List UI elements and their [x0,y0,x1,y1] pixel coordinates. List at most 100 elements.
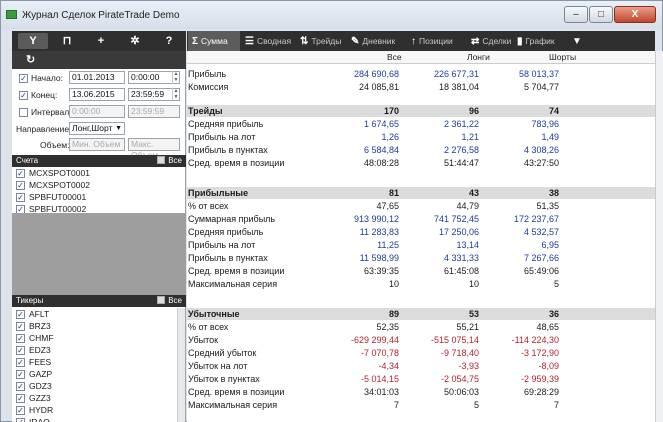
interval-checkbox[interactable] [19,108,28,117]
volume-max-input[interactable]: Макс. Объем [128,138,180,160]
tab-chart[interactable]: ▮ График [513,31,567,51]
table-row[interactable]: Прибыль в пунктах 6 584,84 2 276,58 4 308,2… [187,144,655,156]
table-row[interactable]: Сред. время в позиции 34:01:03 50:06:03 69:… [187,386,655,398]
table-row[interactable]: Сред. время в позиции 48:08:28 51:44:47 43:… [187,157,655,169]
tab-sigma[interactable]: Σ Сумма [188,31,240,51]
table-row[interactable]: Убыток -629 299,44 -515 075,14 -114 224,30 [187,334,655,346]
row-label: Сред. время в позиции [188,387,285,397]
row-value: 36 [548,309,559,319]
minimize-button[interactable]: – [564,6,588,23]
tab-deals[interactable]: ⇄ Сделки [467,31,512,51]
item-checkbox[interactable]: ✓ [16,418,25,422]
plus-icon[interactable]: + [86,33,116,49]
tab-trades[interactable]: ⇅ Трейды [296,31,346,51]
item-checkbox[interactable]: ✓ [16,334,25,343]
row-label: Убыток в пунктах [188,374,260,384]
direction-select[interactable]: Лонг,Шорт ▼ [69,122,125,135]
table-row[interactable]: Суммарная прибыль 913 990,12 741 752,45 172… [187,213,655,225]
column-header-cell[interactable]: Лонги [467,52,490,62]
table-row[interactable]: Максимальная серия 7 5 7 [187,399,655,411]
item-checkbox[interactable]: ✓ [16,322,25,331]
filter-icon[interactable]: Y [18,33,48,49]
tab-label: Сделки [482,36,512,46]
end-date-field[interactable]: 13.06.2015 [69,88,125,101]
item-checkbox[interactable]: ✓ [16,406,25,415]
row-value: 4 331,33 [443,253,479,263]
row-label: Прибыль на лот [188,240,256,250]
section-header-row[interactable]: Убыточные 89 53 36 [187,308,655,320]
table-row[interactable]: Средняя прибыль 1 674,65 2 361,22 783,96 [187,118,655,130]
lock-icon[interactable]: ⊓ [52,33,82,49]
table-row[interactable]: % от всех 52,35 55,21 48,65 [187,321,655,333]
table-row[interactable]: Прибыль 284 690,68 226 677,31 58 013,37 [187,68,655,80]
row-value: 69:28:29 [523,387,559,397]
section-header-row[interactable]: Трейды 170 96 74 [187,105,655,117]
row-value: 2 361,22 [443,119,479,129]
tickers-scrollbar[interactable] [177,308,185,422]
table-row[interactable]: Максимальная серия 10 10 5 [187,278,655,290]
section-header-row[interactable]: Прибыльные 81 43 38 [187,187,655,199]
table-row[interactable]: Средняя прибыль 11 283,83 17 250,06 4 532,5… [187,226,655,238]
volume-min-input[interactable]: Мин. Объем [69,138,125,151]
item-label: IRAO [29,417,50,422]
start-checkbox[interactable]: ✓ [19,74,28,83]
row-value: 4 532,57 [523,227,559,237]
item-checkbox[interactable]: ✓ [16,310,25,319]
item-checkbox[interactable]: ✓ [16,394,25,403]
start-date-field[interactable]: 01.01.2013 [69,71,125,84]
start-time-spinner[interactable]: ▲ ▼ [172,71,179,84]
grid-scrollbar[interactable] [655,51,663,422]
table-row[interactable]: Прибыль на лот 1,26 1,21 1,49 [187,131,655,143]
table-row[interactable]: Прибыль в пунктах 11 598,99 4 331,33 7 267,… [187,252,655,264]
item-checkbox[interactable]: ✓ [16,193,25,202]
tab-diary[interactable]: ✎ Дневник [347,31,406,51]
item-checkbox[interactable]: ✓ [16,169,25,178]
column-header-cell[interactable]: Шорты [549,52,576,62]
tab-positions[interactable]: ↑ Позиции [407,31,466,51]
row-value: 284 690,68 [353,69,399,79]
tab-label: Сумма [201,36,228,46]
list-icon: ☰ [245,36,254,47]
help-icon[interactable]: ? [154,33,184,49]
column-header-cell[interactable]: Все [387,52,402,62]
maximize-button[interactable]: □ [589,6,613,23]
item-checkbox[interactable]: ✓ [16,346,25,355]
end-time-spinner[interactable]: ▲ ▼ [172,88,179,101]
row-value: 74 [548,106,559,116]
accounts-select-all[interactable]: Все [157,155,182,167]
row-value: 47,65 [376,201,399,211]
table-row[interactable]: Убыток на лот -4,34 -3,93 -8,09 [187,360,655,372]
row-value: 1,49 [541,132,559,142]
tab-dropdown[interactable]: ▼ [568,31,586,51]
tab-list[interactable]: ☰ Сводная [241,31,295,51]
interval-to-field[interactable]: 23:59:59 [128,105,180,118]
app-icon [6,10,17,19]
row-value: 1 674,65 [363,119,399,129]
row-value: 1,21 [461,132,479,142]
table-row[interactable]: Прибыль на лот 11,25 13,14 6,95 [187,239,655,251]
gear-icon[interactable]: ✲ [120,33,150,49]
tickers-header: Тикеры Все [12,295,186,307]
table-row[interactable]: Сред. время в позиции 63:39:35 61:45:08 65:… [187,265,655,277]
refresh-icon[interactable]: ↻ [26,53,35,66]
tickers-select-all[interactable]: Все [157,295,182,307]
tab-label: Трейды [311,36,342,46]
table-row[interactable]: Средний убыток -7 070,78 -9 718,40 -3 172,9… [187,347,655,359]
end-checkbox[interactable]: ✓ [19,91,28,100]
item-checkbox[interactable]: ✓ [16,382,25,391]
item-checkbox[interactable]: ✓ [16,181,25,190]
item-checkbox[interactable]: ✓ [16,358,25,367]
close-button[interactable]: X [614,6,656,23]
trades-icon: ⇅ [300,36,309,47]
row-value: 783,96 [531,119,559,129]
row-value: -7 070,78 [360,348,399,358]
table-row[interactable]: Комиссия 24 085,81 18 381,04 5 704,77 [187,81,655,93]
row-value: -2 054,75 [440,374,479,384]
table-row[interactable]: % от всех 47,65 44,79 51,35 [187,200,655,212]
item-checkbox[interactable]: ✓ [16,370,25,379]
interval-from-field[interactable]: 0:00:00 [69,105,125,118]
item-label: GZZ3 [29,393,51,403]
row-value: 81 [388,188,399,198]
table-row[interactable]: Убыток в пунктах -5 014,15 -2 054,75 -2 959… [187,373,655,385]
row-value: 55,21 [456,322,479,332]
